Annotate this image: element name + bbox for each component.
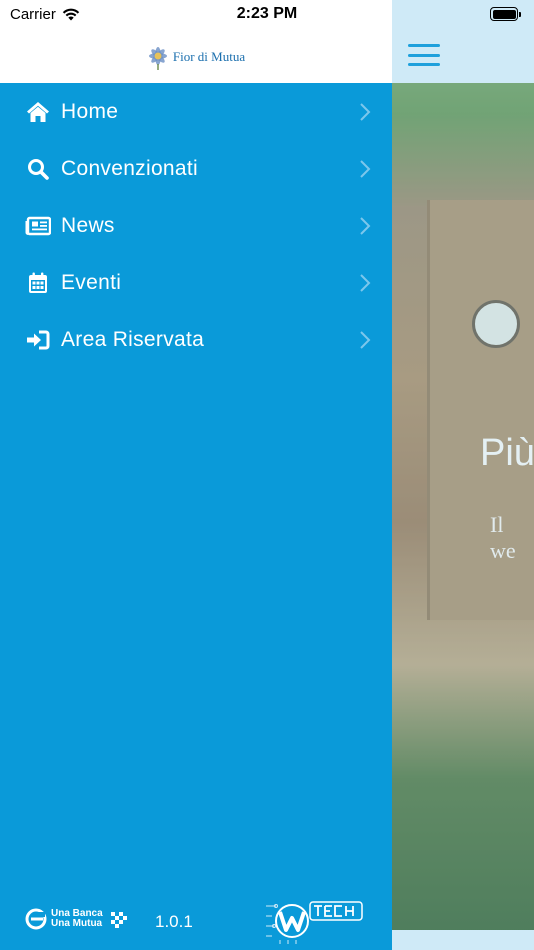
status-left: Carrier bbox=[10, 6, 80, 23]
menu-item-label: Convenzionati bbox=[61, 156, 198, 180]
menu-item-label: News bbox=[61, 213, 115, 237]
brand-text: Una Banca Una Mutua bbox=[51, 909, 103, 929]
menu-item-convenzionati[interactable]: Convenzionati bbox=[0, 140, 392, 197]
menu-item-news[interactable]: News bbox=[0, 197, 392, 254]
side-drawer: Fior di Mutua Home Convenzionati News Ev… bbox=[0, 0, 392, 950]
carrier-label: Carrier bbox=[10, 5, 56, 23]
menu-item-area-riservata[interactable]: Area Riservata bbox=[0, 311, 392, 368]
menu-item-label: Area Riservata bbox=[61, 327, 205, 351]
app-logo[interactable]: Fior di Mutua bbox=[147, 44, 245, 70]
status-time: 2:23 PM bbox=[236, 5, 298, 22]
background-footer bbox=[392, 930, 534, 950]
hamburger-line bbox=[408, 44, 440, 47]
background-page: Più Il we bbox=[392, 0, 534, 950]
wifi-icon bbox=[62, 8, 80, 20]
drawer-menu: Home Convenzionati News Eventi Area Rise… bbox=[0, 83, 392, 368]
chevron-right-icon bbox=[360, 273, 371, 292]
chevron-right-icon bbox=[360, 216, 371, 235]
search-icon bbox=[25, 156, 51, 182]
sign-in-icon bbox=[25, 327, 51, 353]
menu-item-label: Home bbox=[61, 99, 119, 123]
calendar-icon bbox=[25, 270, 51, 296]
wtech-logo-icon bbox=[266, 901, 363, 944]
home-icon bbox=[25, 99, 51, 125]
battery-icon bbox=[490, 7, 521, 21]
checkered-flag-icon bbox=[110, 912, 127, 928]
menu-item-eventi[interactable]: Eventi bbox=[0, 254, 392, 311]
chevron-right-icon bbox=[360, 159, 371, 178]
chevron-right-icon bbox=[360, 330, 371, 349]
newspaper-icon bbox=[25, 213, 51, 239]
drawer-footer: Una Banca Una Mutua 1.0.1 bbox=[0, 890, 392, 950]
chevron-right-icon bbox=[360, 102, 371, 121]
menu-item-label: Eventi bbox=[61, 270, 122, 294]
brand-line-2: Una Mutua bbox=[51, 918, 103, 929]
brand-logo: Una Banca Una Mutua bbox=[25, 908, 131, 930]
app-version: 1.0.1 bbox=[155, 912, 193, 931]
hamburger-line bbox=[408, 63, 440, 66]
logo-text: Fior di Mutua bbox=[172, 49, 246, 64]
flower-logo-icon bbox=[148, 47, 167, 70]
hamburger-line bbox=[408, 53, 440, 57]
bank-logo-icon bbox=[25, 908, 47, 930]
background-title: Più bbox=[480, 432, 534, 474]
menu-item-home[interactable]: Home bbox=[0, 83, 392, 140]
background-subtitle: Il we bbox=[490, 512, 516, 563]
status-bar: Carrier 2:23 PM bbox=[0, 0, 534, 28]
menu-toggle-button[interactable] bbox=[408, 44, 440, 66]
image-overlay bbox=[392, 83, 534, 930]
